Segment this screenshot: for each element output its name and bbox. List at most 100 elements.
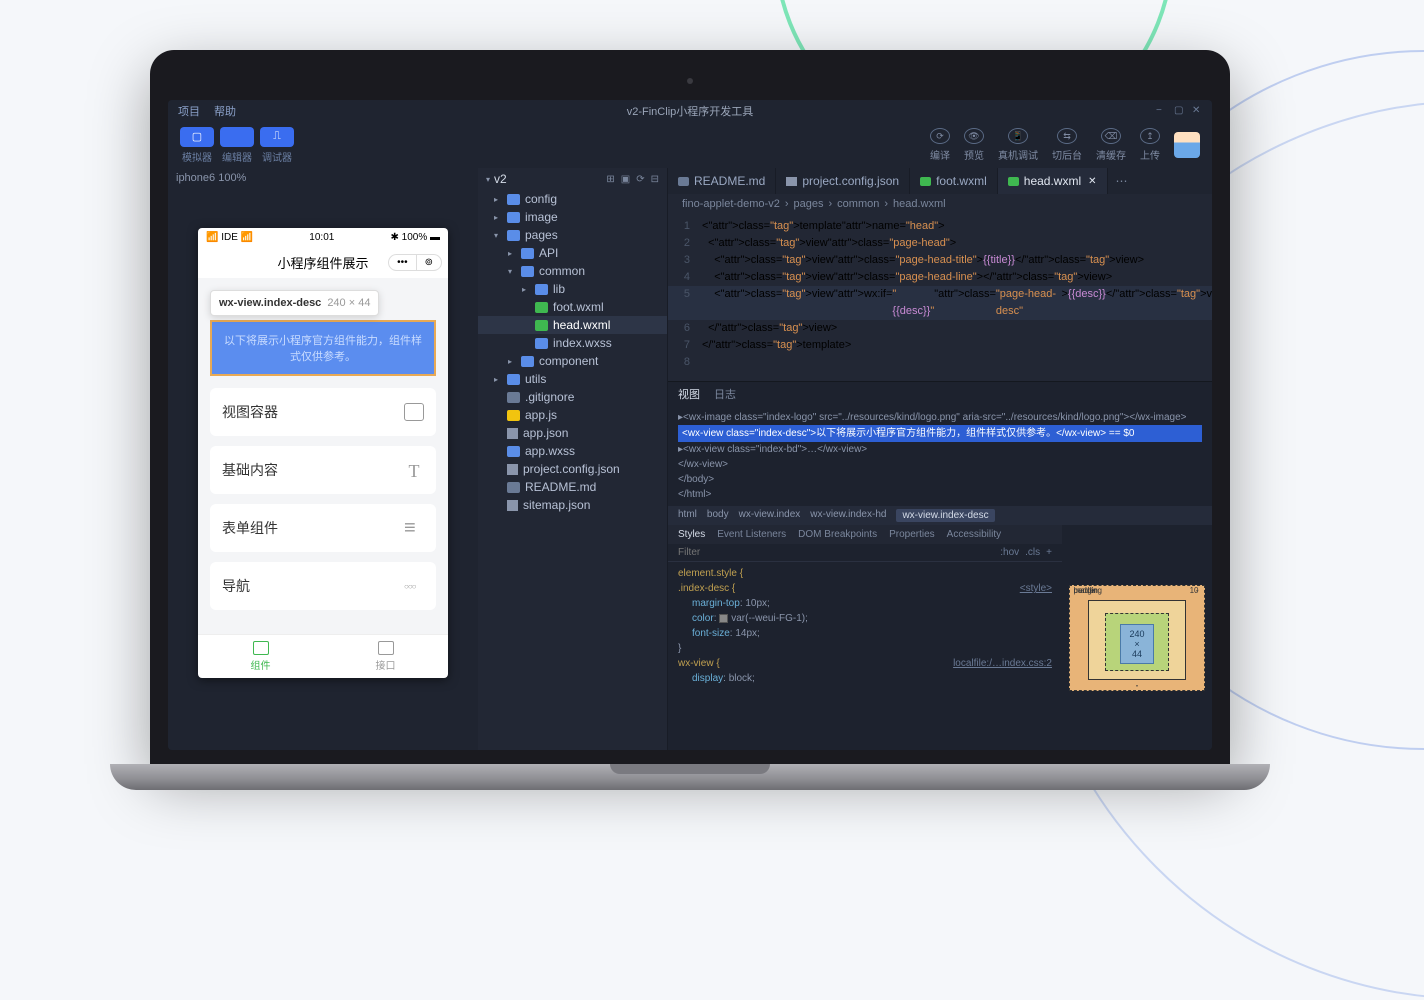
tree-node[interactable]: ▸API	[478, 244, 667, 262]
wxss-icon	[507, 446, 520, 457]
phone-preview: 📶 IDE 📶 10:01 ✱ 100% ▬ 小程序组件展示 •••⊚ wx-v…	[198, 228, 448, 678]
mode-pill-2[interactable]: ⎍	[260, 127, 294, 147]
toolbar: ▢模拟器编辑器⎍调试器 ⟳编译👁预览📱真机调试⇆切后台⌫清缓存↥上传	[168, 122, 1212, 168]
editor-tab[interactable]: foot.wxml	[910, 168, 998, 194]
dom-inspector[interactable]: ▸<wx-image class="index-logo" src="../re…	[668, 406, 1212, 506]
window-title: v2-FinClip小程序开发工具	[627, 103, 754, 119]
tab-overflow[interactable]: ⋯	[1108, 174, 1136, 188]
window-minimize[interactable]: −	[1156, 106, 1166, 116]
styles-tab[interactable]: Properties	[889, 529, 935, 540]
new-file-icon[interactable]: ⊞	[606, 174, 614, 185]
wxml-icon	[535, 320, 548, 331]
tree-node[interactable]: ▸component	[478, 352, 667, 370]
user-avatar[interactable]	[1174, 132, 1200, 158]
json-icon	[507, 500, 518, 511]
file-tree: ▾ v2 ⊞ ▣ ⟳ ⊟ ▸config▸image▾pages▸API▾com…	[478, 168, 668, 750]
tree-node[interactable]: head.wxml	[478, 316, 667, 334]
wxml-icon	[1008, 177, 1019, 186]
close-icon[interactable]: ✕	[1088, 176, 1096, 187]
tree-node[interactable]: ▸config	[478, 190, 667, 208]
camera-dot	[687, 78, 693, 84]
styles-filter-ctrl[interactable]: :hov	[1000, 547, 1019, 558]
dom-crumb[interactable]: wx-view.index-desc	[896, 509, 994, 522]
styles-filter-input[interactable]	[678, 547, 1000, 558]
editor-tab[interactable]: README.md	[668, 168, 776, 194]
toolbar-action-2[interactable]: 📱真机调试	[998, 128, 1038, 162]
editor-tabstrip: README.mdproject.config.jsonfoot.wxmlhea…	[668, 168, 1212, 194]
json-icon	[786, 177, 797, 186]
tree-node[interactable]: project.config.json	[478, 460, 667, 478]
styles-tab[interactable]: Accessibility	[947, 529, 1001, 540]
refresh-icon[interactable]: ⟳	[636, 174, 644, 185]
dom-crumb[interactable]: wx-view.index-hd	[810, 509, 886, 522]
tree-node[interactable]: ▸image	[478, 208, 667, 226]
tree-node[interactable]: ▾common	[478, 262, 667, 280]
tree-node[interactable]: .gitignore	[478, 388, 667, 406]
phone-status-left: 📶 IDE 📶	[206, 232, 253, 243]
tree-node[interactable]: foot.wxml	[478, 298, 667, 316]
editor-tab[interactable]: head.wxml✕	[998, 168, 1108, 194]
fold-icon	[507, 212, 520, 223]
fold-icon	[521, 356, 534, 367]
laptop-mockup: 项目 帮助 v2-FinClip小程序开发工具 − ▢ ✕ ▢模拟器编辑器⎍调试…	[150, 50, 1230, 790]
toolbar-action-1[interactable]: 👁预览	[964, 128, 984, 162]
tree-node[interactable]: app.js	[478, 406, 667, 424]
preview-item-0[interactable]: 视图容器	[210, 388, 436, 436]
mode-pill-1[interactable]	[220, 127, 254, 147]
styles-rules[interactable]: element.style {.index-desc {<style>margi…	[668, 562, 1062, 690]
tree-node[interactable]: app.json	[478, 424, 667, 442]
tree-node[interactable]: ▸lib	[478, 280, 667, 298]
dom-crumb[interactable]: body	[707, 509, 729, 522]
styles-filter-ctrl[interactable]: +	[1046, 547, 1052, 558]
fold-icon	[535, 284, 548, 295]
phone-status-right: ✱ 100% ▬	[390, 232, 440, 243]
fold-icon	[521, 266, 534, 277]
tree-node[interactable]: ▸utils	[478, 370, 667, 388]
js-icon	[507, 410, 520, 421]
new-folder-icon[interactable]: ▣	[621, 174, 630, 185]
window-close[interactable]: ✕	[1192, 106, 1202, 116]
dom-breadcrumbs[interactable]: html body wx-view.index wx-view.index-hd wx-…	[668, 506, 1212, 525]
collapse-icon[interactable]: ⊟	[651, 174, 659, 185]
menu-help[interactable]: 帮助	[214, 103, 236, 119]
editor-tab[interactable]: project.config.json	[776, 168, 910, 194]
tree-node[interactable]: app.wxss	[478, 442, 667, 460]
menu-project[interactable]: 项目	[178, 103, 200, 119]
preview-item-3[interactable]: 导航	[210, 562, 436, 610]
tree-node[interactable]: README.md	[478, 478, 667, 496]
toolbar-action-5[interactable]: ↥上传	[1140, 128, 1160, 162]
preview-item-1[interactable]: 基础内容T	[210, 446, 436, 494]
dom-crumb[interactable]: html	[678, 509, 697, 522]
toolbar-action-0[interactable]: ⟳编译	[930, 128, 950, 162]
tree-root[interactable]: v2	[494, 172, 507, 186]
styles-filter-ctrl[interactable]: .cls	[1025, 547, 1040, 558]
device-label: iphone6 100%	[168, 168, 478, 188]
preview-tab-1[interactable]: 接口	[323, 635, 448, 678]
capsule[interactable]: •••⊚	[388, 254, 442, 271]
fold-icon	[507, 194, 520, 205]
code-editor[interactable]: 1<"attr">class="tag">template "attr">nam…	[668, 214, 1212, 381]
toolbar-action-3[interactable]: ⇆切后台	[1052, 128, 1082, 162]
preview-item-2[interactable]: 表单组件	[210, 504, 436, 552]
phone-status-time: 10:01	[309, 232, 334, 243]
wxml-icon	[920, 177, 931, 186]
tree-node[interactable]: sitemap.json	[478, 496, 667, 514]
json-icon	[507, 428, 518, 439]
mode-pill-0[interactable]: ▢	[180, 127, 214, 147]
box-model: margin 10 border - padding -	[1062, 525, 1212, 750]
styles-tab[interactable]: Event Listeners	[717, 529, 786, 540]
preview-tab-0[interactable]: 组件	[198, 635, 323, 678]
fold-icon	[507, 374, 520, 385]
tree-node[interactable]: index.wxss	[478, 334, 667, 352]
devtools: 视图 日志 ▸<wx-image class="index-logo" src=…	[668, 381, 1212, 750]
md-icon	[507, 482, 520, 493]
tree-node[interactable]: ▾pages	[478, 226, 667, 244]
window-maximize[interactable]: ▢	[1174, 106, 1184, 116]
dom-crumb[interactable]: wx-view.index	[739, 509, 801, 522]
styles-tab[interactable]: DOM Breakpoints	[798, 529, 877, 540]
styles-tab[interactable]: Styles	[678, 529, 705, 540]
wxml-icon	[535, 302, 548, 313]
devtools-tab-log[interactable]: 日志	[714, 386, 736, 402]
devtools-tab-view[interactable]: 视图	[678, 386, 700, 402]
toolbar-action-4[interactable]: ⌫清缓存	[1096, 128, 1126, 162]
